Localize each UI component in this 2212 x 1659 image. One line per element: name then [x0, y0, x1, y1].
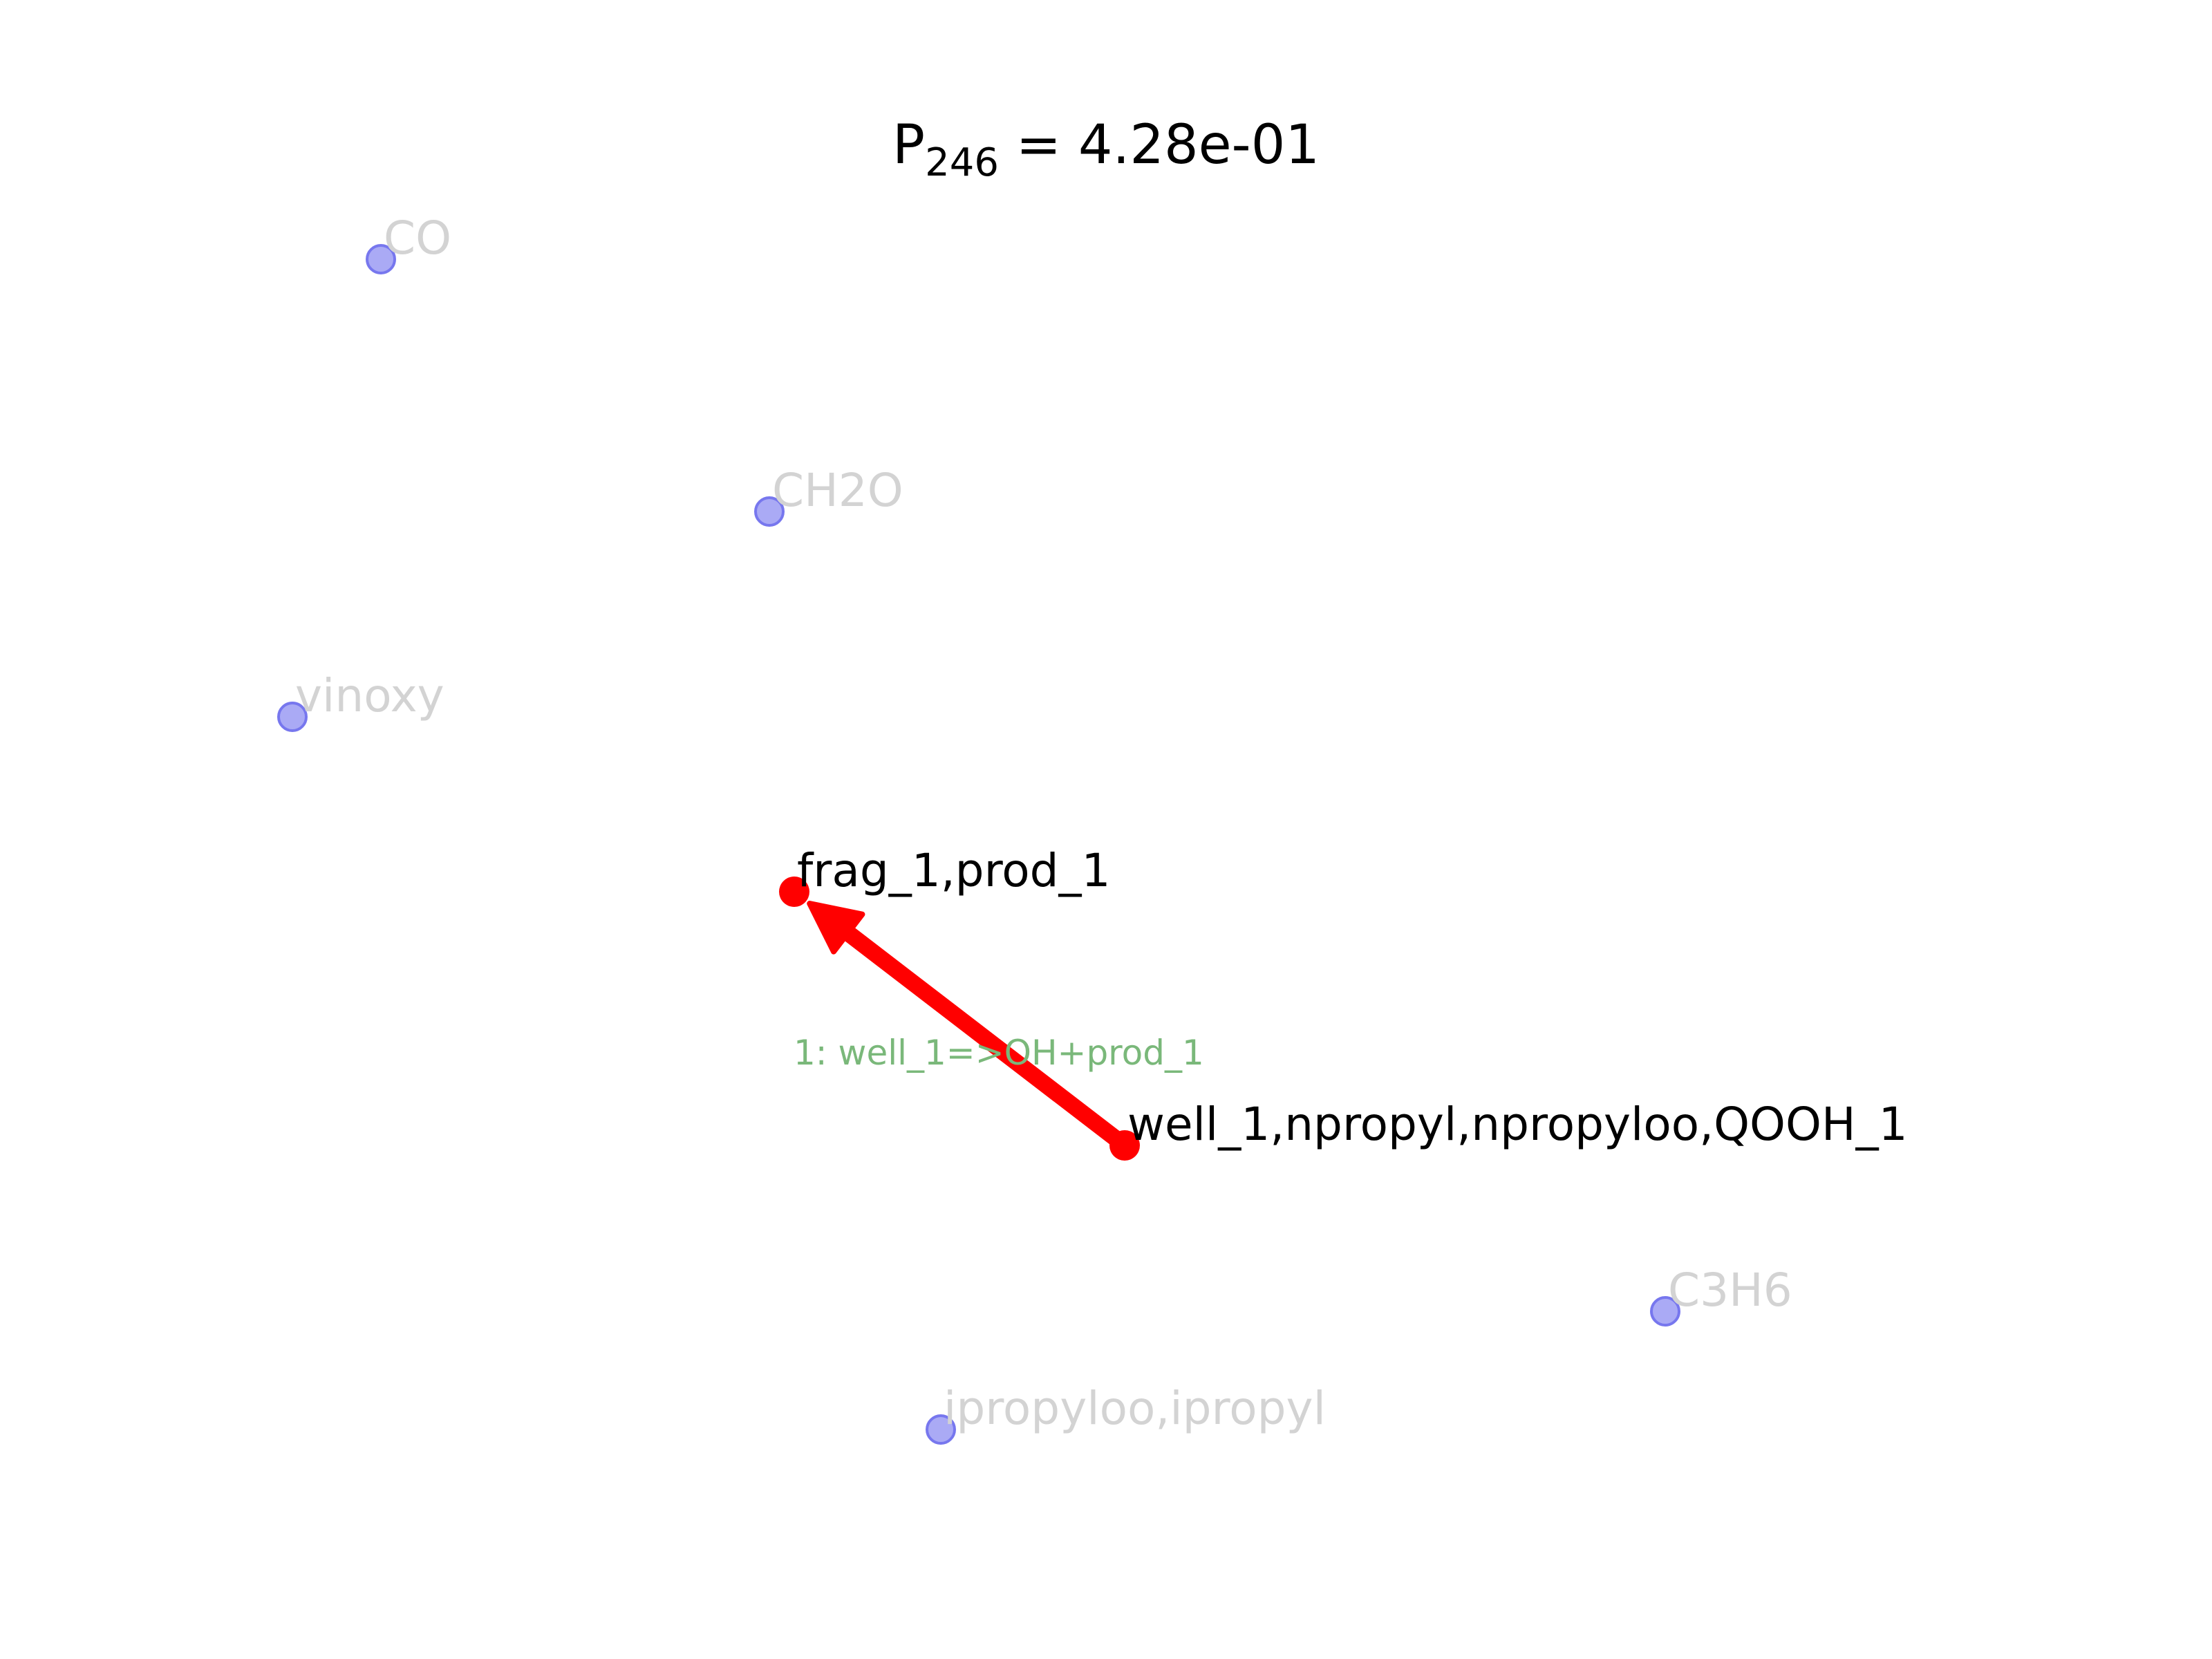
network-graph: 1: well_1=>OH+prod_1 CO CH2O vinoxy frag_1,p…	[277, 212, 1908, 1445]
node-ipropyl-label: ipropyloo,ipropyl	[944, 1382, 1326, 1435]
node-ch2o-label: CH2O	[772, 464, 903, 517]
node-co-label: CO	[384, 212, 451, 265]
node-vinoxy-label: vinoxy	[295, 669, 444, 722]
node-frag-label: frag_1,prod_1	[797, 844, 1111, 897]
node-c3h6-label: C3H6	[1668, 1264, 1792, 1317]
node-well-label: well_1,npropyl,npropyloo,QOOH_1	[1127, 1098, 1908, 1151]
reaction-network-figure: P246 = 4.28e-01 1: well_1=>OH+prod_1 CO CH…	[0, 0, 2212, 1659]
reaction-edge-label: 1: well_1=>OH+prod_1	[794, 1033, 1204, 1073]
